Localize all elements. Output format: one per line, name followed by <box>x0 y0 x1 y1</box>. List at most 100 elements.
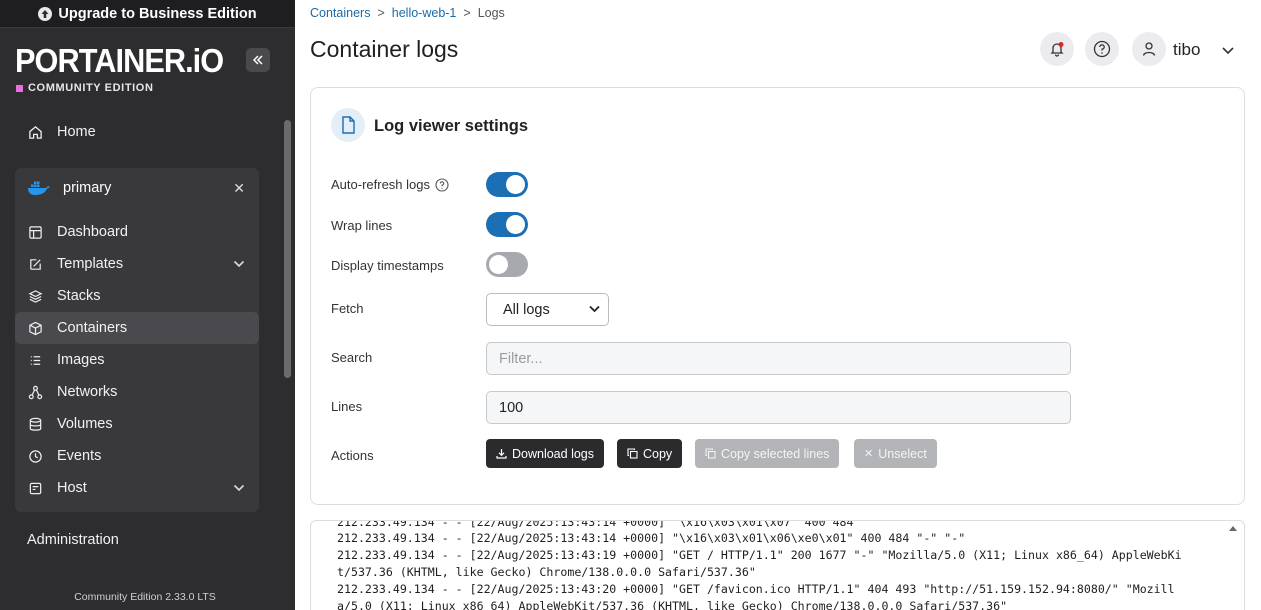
page-title: Container logs <box>310 36 459 62</box>
wrap-lines-toggle[interactable] <box>486 212 528 237</box>
sidebar-item-networks[interactable]: Networks <box>15 376 259 408</box>
sidebar-item-stacks[interactable]: Stacks <box>15 280 259 312</box>
networks-icon <box>27 384 43 400</box>
username[interactable]: tibo <box>1173 40 1200 60</box>
help-button[interactable] <box>1085 32 1119 66</box>
user-menu-chevron-down-icon[interactable] <box>1221 43 1235 61</box>
dashboard-icon <box>27 224 43 240</box>
sidebar-item-label: Networks <box>57 384 118 400</box>
lines-label: Lines <box>331 399 363 414</box>
sidebar-item-home[interactable]: Home <box>15 116 259 148</box>
images-icon <box>27 352 43 368</box>
log-line[interactable]: a/5.0 (X11; Linux x86_64) AppleWebKit/53… <box>337 599 1007 610</box>
copy-icon <box>627 448 638 459</box>
download-icon <box>496 449 507 459</box>
chevron-down-icon[interactable] <box>233 480 245 496</box>
events-icon <box>27 448 43 464</box>
sidebar-item-label: Host <box>57 480 87 496</box>
chevron-down-icon[interactable] <box>233 256 245 272</box>
upgrade-banner[interactable]: Upgrade to Business Edition <box>0 0 295 28</box>
sidebar-item-label: Images <box>57 352 105 368</box>
fetch-select[interactable]: All logs <box>486 293 609 326</box>
unselect-button[interactable]: ✕ Unselect <box>854 439 937 468</box>
sidebar-scrollbar[interactable] <box>284 120 291 378</box>
sidebar-administration[interactable]: Administration <box>27 532 119 548</box>
copy-button[interactable]: Copy <box>617 439 683 468</box>
user-avatar[interactable] <box>1132 32 1166 66</box>
version-label: Community Edition 2.33.0 LTS <box>74 591 216 603</box>
log-line[interactable]: 212.233.49.134 - - [22/Aug/2025:13:43:14… <box>337 531 965 545</box>
sidebar: Upgrade to Business Edition PORTAINER.iO… <box>0 0 295 610</box>
sidebar-item-label: Volumes <box>57 416 113 432</box>
log-line[interactable]: 212.233.49.134 - - [22/Aug/2025:13:43:14… <box>337 521 854 529</box>
portainer-logo: PORTAINER.iO <box>15 42 224 79</box>
help-circle-icon <box>1093 40 1111 58</box>
sidebar-item-label: Dashboard <box>57 224 128 240</box>
sidebar-item-images[interactable]: Images <box>15 344 259 376</box>
chevron-down-icon <box>589 305 600 313</box>
actions-label: Actions <box>331 448 374 463</box>
templates-icon <box>27 256 43 272</box>
download-logs-label: Download logs <box>512 446 594 461</box>
log-line[interactable]: t/537.36 (KHTML, like Gecko) Chrome/138.… <box>337 565 756 579</box>
copy-selected-label: Copy selected lines <box>721 446 830 461</box>
auto-refresh-label: Auto-refresh logs <box>331 177 449 192</box>
auto-refresh-text: Auto-refresh logs <box>331 177 430 192</box>
scroll-up-icon[interactable] <box>1228 524 1238 532</box>
lines-input[interactable]: 100 <box>486 391 1071 424</box>
toggle-knob <box>506 175 525 194</box>
log-line[interactable]: 212.233.49.134 - - [22/Aug/2025:13:43:19… <box>337 548 1182 562</box>
download-logs-button[interactable]: Download logs <box>486 439 604 468</box>
collapse-sidebar-button[interactable] <box>246 48 270 72</box>
info-help-icon[interactable] <box>435 177 449 192</box>
upgrade-label: Upgrade to Business Edition <box>58 5 257 22</box>
breadcrumb-containers[interactable]: Containers <box>310 6 370 20</box>
breadcrumb-container[interactable]: hello-web-1 <box>392 6 457 20</box>
arrow-up-circle-icon <box>38 6 53 21</box>
log-output[interactable]: 212.233.49.134 - - [22/Aug/2025:13:43:14… <box>310 520 1245 610</box>
main-content: Containers > hello-web-1 > Logs Container lo… <box>295 0 1261 610</box>
wrap-lines-label: Wrap lines <box>331 218 393 233</box>
log-viewer-settings-card: Log viewer settings Auto-refresh logs Wr… <box>310 87 1245 505</box>
copy-label: Copy <box>643 446 673 461</box>
sidebar-item-label: Templates <box>57 256 124 272</box>
edition-label: COMMUNITY EDITION <box>28 82 154 94</box>
copy-icon <box>705 448 716 459</box>
chevrons-left-icon <box>252 55 263 65</box>
host-icon <box>27 480 43 496</box>
sidebar-item-label: Containers <box>57 320 128 336</box>
search-input[interactable]: Filter... <box>486 342 1071 375</box>
unselect-label: Unselect <box>878 446 927 461</box>
sidebar-item-dashboard[interactable]: Dashboard <box>15 216 259 248</box>
sidebar-item-label: Home <box>57 124 96 140</box>
breadcrumb-current: Logs <box>477 6 505 20</box>
x-icon: ✕ <box>864 448 874 460</box>
fetch-selected-value: All logs <box>503 301 550 318</box>
close-environment-icon[interactable]: ✕ <box>233 180 245 197</box>
auto-refresh-toggle[interactable] <box>486 172 528 197</box>
sidebar-item-events[interactable]: Events <box>15 440 259 472</box>
display-timestamps-toggle[interactable] <box>486 252 528 277</box>
file-icon <box>331 108 365 142</box>
toggle-knob <box>489 255 508 274</box>
card-title: Log viewer settings <box>374 117 529 135</box>
sidebar-item-containers[interactable]: Containers <box>15 312 259 344</box>
log-line[interactable]: 212.233.49.134 - - [22/Aug/2025:13:43:20… <box>337 582 1175 596</box>
edition-badge: COMMUNITY EDITION <box>16 82 154 94</box>
containers-icon <box>27 320 43 336</box>
search-label: Search <box>331 350 373 365</box>
notifications-button[interactable] <box>1040 32 1074 66</box>
bell-icon <box>1050 42 1064 57</box>
user-icon <box>1142 42 1156 56</box>
display-timestamps-label: Display timestamps <box>331 258 444 273</box>
sidebar-item-host[interactable]: Host <box>15 472 259 504</box>
breadcrumb: Containers > hello-web-1 > Logs <box>310 6 505 20</box>
sidebar-item-label: Stacks <box>57 288 101 304</box>
sidebar-item-volumes[interactable]: Volumes <box>15 408 259 440</box>
stacks-icon <box>27 288 43 304</box>
environment-header[interactable]: primary ✕ <box>15 172 259 204</box>
volumes-icon <box>27 416 43 432</box>
copy-selected-lines-button[interactable]: Copy selected lines <box>695 439 840 468</box>
fetch-label: Fetch <box>331 301 364 316</box>
sidebar-item-templates[interactable]: Templates <box>15 248 259 280</box>
